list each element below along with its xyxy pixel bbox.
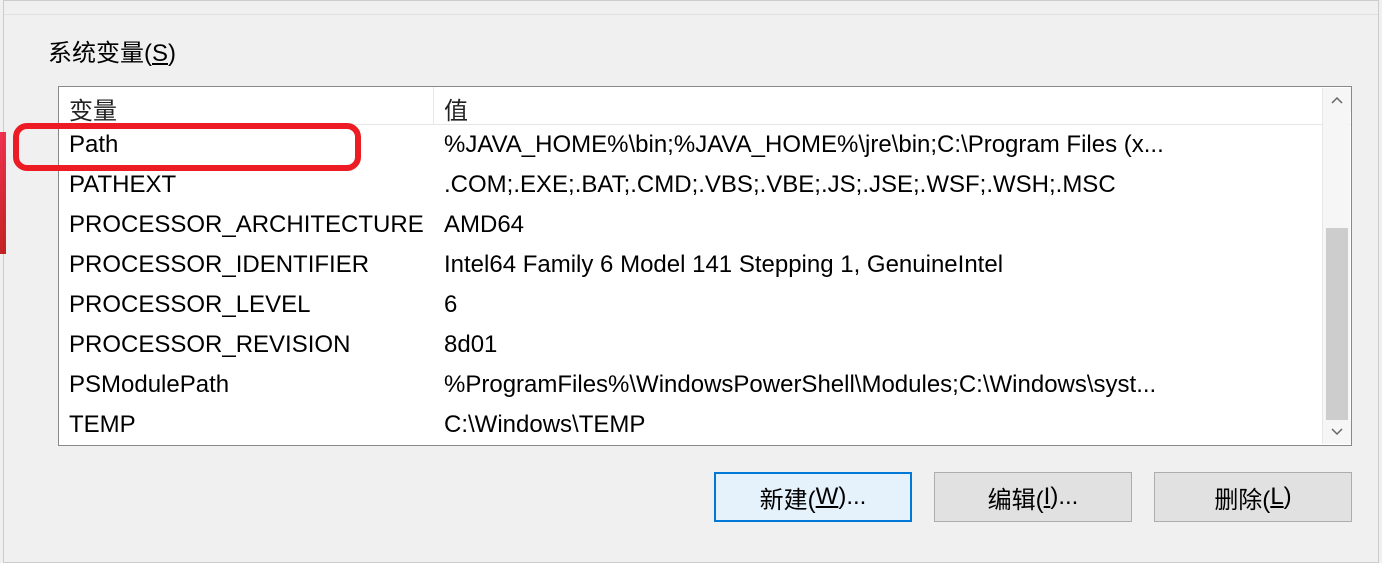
- var-name-cell: PROCESSOR_REVISION: [59, 331, 434, 359]
- section-label-prefix: 系统变量(: [48, 40, 152, 67]
- delete-button[interactable]: 删除(L): [1154, 472, 1352, 522]
- table-row[interactable]: TEMP C:\Windows\TEMP: [59, 405, 1351, 445]
- table-row[interactable]: PROCESSOR_REVISION 8d01: [59, 325, 1351, 365]
- new-button[interactable]: 新建(W)...: [714, 472, 912, 522]
- var-value-cell: AMD64: [434, 211, 1351, 239]
- variables-list[interactable]: 变量 值 Path %JAVA_HOME%\bin;%JAVA_HOME%\jr…: [58, 86, 1352, 446]
- var-name-cell: PROCESSOR_ARCHITECTURE: [59, 211, 434, 239]
- table-row[interactable]: Path %JAVA_HOME%\bin;%JAVA_HOME%\jre\bin…: [59, 125, 1351, 165]
- scroll-thumb[interactable]: [1326, 228, 1348, 423]
- var-name-cell: PROCESSOR_LEVEL: [59, 291, 434, 319]
- var-value-cell: .COM;.EXE;.BAT;.CMD;.VBS;.VBE;.JS;.JSE;.…: [434, 171, 1351, 199]
- buttons-row: 新建(W)... 编辑(I)... 删除(L): [4, 472, 1352, 522]
- list-header: 变量 值: [59, 87, 1351, 125]
- var-name-cell: PATHEXT: [59, 171, 434, 199]
- table-row[interactable]: PSModulePath %ProgramFiles%\WindowsPower…: [59, 365, 1351, 405]
- column-header-name[interactable]: 变量: [59, 87, 434, 124]
- btn-suffix: )...: [838, 483, 866, 511]
- var-name-cell: PSModulePath: [59, 371, 434, 399]
- system-variables-panel: 系统变量(S) 变量 值 Path %JAVA_HOME%\bin;%JAVA_…: [3, 0, 1379, 563]
- scrollbar-vertical[interactable]: [1322, 88, 1350, 444]
- table-row[interactable]: PROCESSOR_IDENTIFIER Intel64 Family 6 Mo…: [59, 245, 1351, 285]
- var-name-cell: PROCESSOR_IDENTIFIER: [59, 251, 434, 279]
- rows-viewport: Path %JAVA_HOME%\bin;%JAVA_HOME%\jre\bin…: [59, 125, 1351, 445]
- var-value-cell: %JAVA_HOME%\bin;%JAVA_HOME%\jre\bin;C:\P…: [434, 131, 1351, 159]
- section-label-accel: S: [152, 40, 168, 67]
- btn-suffix: )...: [1050, 483, 1078, 511]
- btn-prefix: 新建(: [760, 480, 816, 515]
- var-value-cell: C:\Windows\TEMP: [434, 411, 1351, 439]
- scroll-down-arrow-icon[interactable]: [1323, 420, 1351, 444]
- var-name-cell: Path: [59, 131, 434, 159]
- var-value-cell: Intel64 Family 6 Model 141 Stepping 1, G…: [434, 251, 1351, 279]
- var-value-cell: 6: [434, 291, 1351, 319]
- btn-prefix: 删除(: [1214, 480, 1270, 515]
- section-label: 系统变量(S): [4, 15, 1378, 68]
- table-row[interactable]: PROCESSOR_LEVEL 6: [59, 285, 1351, 325]
- section-label-suffix: ): [168, 40, 176, 67]
- edit-button[interactable]: 编辑(I)...: [934, 472, 1132, 522]
- table-row[interactable]: PROCESSOR_ARCHITECTURE AMD64: [59, 205, 1351, 245]
- top-divider: [4, 1, 1378, 15]
- btn-accel: W: [816, 483, 839, 511]
- column-header-value[interactable]: 值: [434, 87, 1351, 124]
- var-value-cell: %ProgramFiles%\WindowsPowerShell\Modules…: [434, 371, 1351, 399]
- table-row[interactable]: PATHEXT .COM;.EXE;.BAT;.CMD;.VBS;.VBE;.J…: [59, 165, 1351, 205]
- btn-accel: L: [1270, 483, 1283, 511]
- btn-suffix: ): [1284, 483, 1292, 511]
- btn-prefix: 编辑(: [988, 480, 1044, 515]
- var-value-cell: 8d01: [434, 331, 1351, 359]
- btn-accel: I: [1044, 483, 1051, 511]
- var-name-cell: TEMP: [59, 411, 434, 439]
- scroll-up-arrow-icon[interactable]: [1323, 88, 1351, 112]
